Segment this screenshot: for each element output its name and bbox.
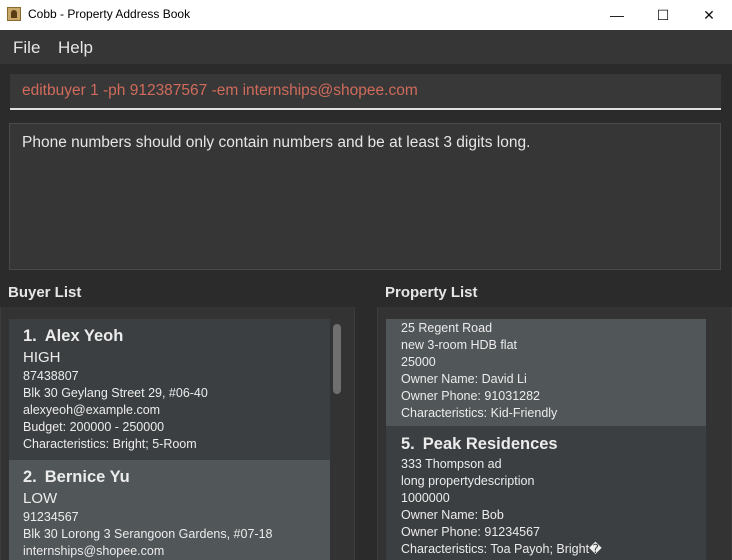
command-input[interactable] — [10, 74, 721, 110]
buyer-budget: Budget: 200000 - 250000 — [23, 420, 165, 434]
property-description: new 3-room HDB flat — [401, 338, 518, 352]
buyer-card[interactable]: 1. Alex Yeoh HIGH 87438807 Blk 30 Geylang… — [9, 319, 330, 460]
property-list[interactable]: 25 Regent Road new 3-room HDB flat 25000… — [386, 319, 706, 560]
menu-help[interactable]: Help — [58, 38, 93, 58]
property-card[interactable]: 25 Regent Road new 3-room HDB flat 25000… — [386, 319, 706, 426]
buyer-email: alexyeoh@example.com — [23, 403, 161, 417]
window-title: Cobb - Property Address Book — [28, 7, 191, 21]
property-card[interactable]: 5. Peak Residences 333 Thompson ad long p… — [386, 426, 706, 560]
buyer-priority: LOW — [23, 490, 58, 507]
property-name: 5. Peak Residences — [401, 435, 558, 453]
title-bar: Cobb - Property Address Book — ☐ ✕ — [0, 0, 732, 30]
buyer-list[interactable]: 1. Alex Yeoh HIGH 87438807 Blk 30 Geylang… — [9, 319, 330, 560]
minimize-button[interactable]: — — [594, 0, 640, 30]
buyer-email: internships@shopee.com — [23, 544, 165, 558]
app-icon — [7, 7, 21, 21]
property-price: 1000000 — [401, 491, 450, 505]
menu-bar: File Help — [0, 30, 732, 64]
result-display: Phone numbers should only contain number… — [9, 123, 721, 270]
property-list-label: Property List — [385, 284, 478, 301]
property-address: 25 Regent Road — [401, 321, 493, 335]
buyer-address: Blk 30 Geylang Street 29, #06-40 — [23, 386, 208, 400]
property-owner-name: Owner Name: David Li — [401, 372, 527, 386]
scrollbar-thumb[interactable] — [333, 324, 341, 394]
menu-file[interactable]: File — [13, 38, 40, 58]
command-box-container — [0, 64, 732, 116]
property-price: 25000 — [401, 355, 436, 369]
buyer-characteristics: Characteristics: Bright; 5-Room — [23, 437, 197, 451]
buyer-list-scrollbar[interactable] — [330, 319, 344, 560]
result-message: Phone numbers should only contain number… — [22, 134, 531, 151]
buyer-address: Blk 30 Lorong 3 Serangoon Gardens, #07-1… — [23, 527, 273, 541]
maximize-button[interactable]: ☐ — [640, 0, 686, 30]
buyer-phone: 91234567 — [23, 510, 79, 524]
buyer-name: 1. Alex Yeoh — [23, 327, 124, 345]
property-description: long propertydescription — [401, 474, 535, 488]
close-button[interactable]: ✕ — [686, 0, 732, 30]
property-owner-phone: Owner Phone: 91234567 — [401, 525, 540, 539]
buyer-list-label: Buyer List — [8, 284, 82, 301]
property-address: 333 Thompson ad — [401, 457, 502, 471]
property-characteristics: Characteristics: Kid-Friendly — [401, 406, 558, 420]
property-characteristics: Characteristics: Toa Payoh; Bright� — [401, 542, 602, 556]
buyer-name: 2. Bernice Yu — [23, 468, 130, 486]
buyer-card[interactable]: 2. Bernice Yu LOW 91234567 Blk 30 Lorong … — [9, 460, 330, 560]
buyer-priority: HIGH — [23, 349, 61, 366]
buyer-phone: 87438807 — [23, 369, 79, 383]
property-owner-name: Owner Name: Bob — [401, 508, 504, 522]
property-owner-phone: Owner Phone: 91031282 — [401, 389, 540, 403]
